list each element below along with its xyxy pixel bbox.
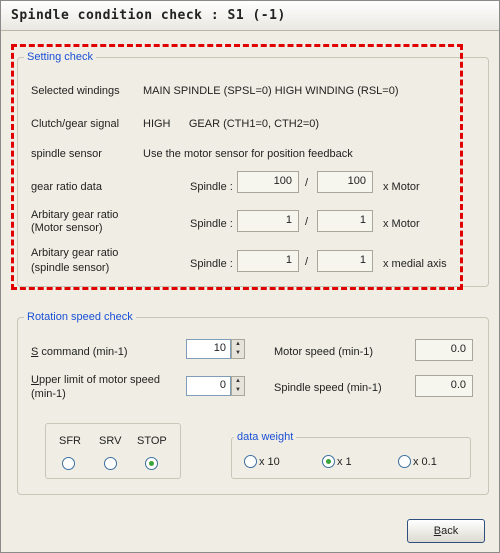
data-weight-legend: data weight <box>237 431 294 443</box>
srv-radio[interactable] <box>104 457 117 470</box>
upper-limit-label-text: pper limit of motor speed <box>38 374 161 386</box>
weight-x1-radio[interactable] <box>322 455 335 468</box>
arb-spindle-spindle-label: Spindle : <box>190 258 233 270</box>
arb-spindle-label-1: Arbitary gear ratio <box>31 247 119 259</box>
direction-group <box>45 423 181 479</box>
arb-spindle-numerator: 1 <box>237 250 299 272</box>
weight-x10-label: x 10 <box>259 456 280 468</box>
sfr-label: SFR <box>59 435 81 447</box>
arb-motor-unit: x Motor <box>383 218 420 230</box>
spindle-sensor-label: spindle sensor <box>31 148 102 160</box>
spindle-sensor-value: Use the motor sensor for position feedba… <box>143 148 353 160</box>
selected-windings-value: MAIN SPINDLE (SPSL=0) HIGH WINDING (RSL=… <box>143 85 399 97</box>
arb-motor-denominator: 1 <box>317 210 373 232</box>
upper-limit-label-2: (min-1) <box>31 388 66 400</box>
arb-motor-spindle-label: Spindle : <box>190 218 233 230</box>
arb-motor-label-2: (Motor sensor) <box>31 222 103 234</box>
spin-up-icon[interactable]: ▲ <box>232 340 244 349</box>
arb-spindle-unit: x medial axis <box>383 258 447 270</box>
weight-x01-radio[interactable] <box>398 455 411 468</box>
spin-down-icon[interactable]: ▼ <box>232 349 244 358</box>
spin-up-icon[interactable]: ▲ <box>232 377 244 386</box>
rotation-speed-check-legend: Rotation speed check <box>27 311 133 323</box>
gear-ratio-label: gear ratio data <box>31 181 102 193</box>
title-bar: Spindle condition check : S1 (-1) <box>1 1 499 31</box>
gear-ratio-numerator: 100 <box>237 171 299 193</box>
clutch-gear-value: HIGH GEAR (CTH1=0, CTH2=0) <box>143 118 320 130</box>
arb-motor-label-1: Arbitary gear ratio <box>31 209 119 221</box>
spindle-speed-value: 0.0 <box>415 375 473 397</box>
upper-limit-accel: U <box>31 374 39 386</box>
stop-radio[interactable] <box>145 457 158 470</box>
spindle-condition-window: Spindle condition check : S1 (-1) Settin… <box>0 0 500 553</box>
gear-ratio-unit: x Motor <box>383 181 420 193</box>
upper-limit-input[interactable]: 0 <box>186 376 231 396</box>
spindle-speed-label: Spindle speed (min-1) <box>274 382 382 394</box>
data-weight-group: data weight <box>231 431 471 479</box>
upper-limit-label-1: Upper limit of motor speed <box>31 374 160 386</box>
motor-speed-value: 0.0 <box>415 339 473 361</box>
arb-spindle-denominator: 1 <box>317 250 373 272</box>
weight-x1-label: x 1 <box>337 456 352 468</box>
clutch-gear-label: Clutch/gear signal <box>31 118 120 130</box>
arb-spindle-label-2: (spindle sensor) <box>31 262 110 274</box>
back-accel: B <box>433 525 442 537</box>
upper-limit-spinner[interactable]: ▲ ▼ <box>231 376 245 396</box>
srv-label: SRV <box>99 435 122 447</box>
s-command-spinner[interactable]: ▲ ▼ <box>231 339 245 359</box>
weight-x01-label: x 0.1 <box>413 456 437 468</box>
gear-ratio-denominator: 100 <box>317 171 373 193</box>
gear-ratio-slash: / <box>305 177 309 189</box>
back-button[interactable]: Back <box>407 519 485 543</box>
s-command-label: S command (min-1) <box>31 346 128 358</box>
back-label: ack <box>441 525 459 537</box>
stop-label: STOP <box>137 435 167 447</box>
s-command-label-text: command (min-1) <box>38 346 128 358</box>
arb-spindle-slash: / <box>305 256 309 268</box>
weight-x10-radio[interactable] <box>244 455 257 468</box>
arb-motor-slash: / <box>305 216 309 228</box>
spin-down-icon[interactable]: ▼ <box>232 386 244 395</box>
s-command-input[interactable]: 10 <box>186 339 231 359</box>
window-title: Spindle condition check : S1 (-1) <box>11 8 286 23</box>
setting-check-legend: Setting check <box>27 51 94 63</box>
sfr-radio[interactable] <box>62 457 75 470</box>
motor-speed-label: Motor speed (min-1) <box>274 346 374 358</box>
gear-ratio-spindle-label: Spindle : <box>190 181 233 193</box>
arb-motor-numerator: 1 <box>237 210 299 232</box>
selected-windings-label: Selected windings <box>31 85 120 97</box>
